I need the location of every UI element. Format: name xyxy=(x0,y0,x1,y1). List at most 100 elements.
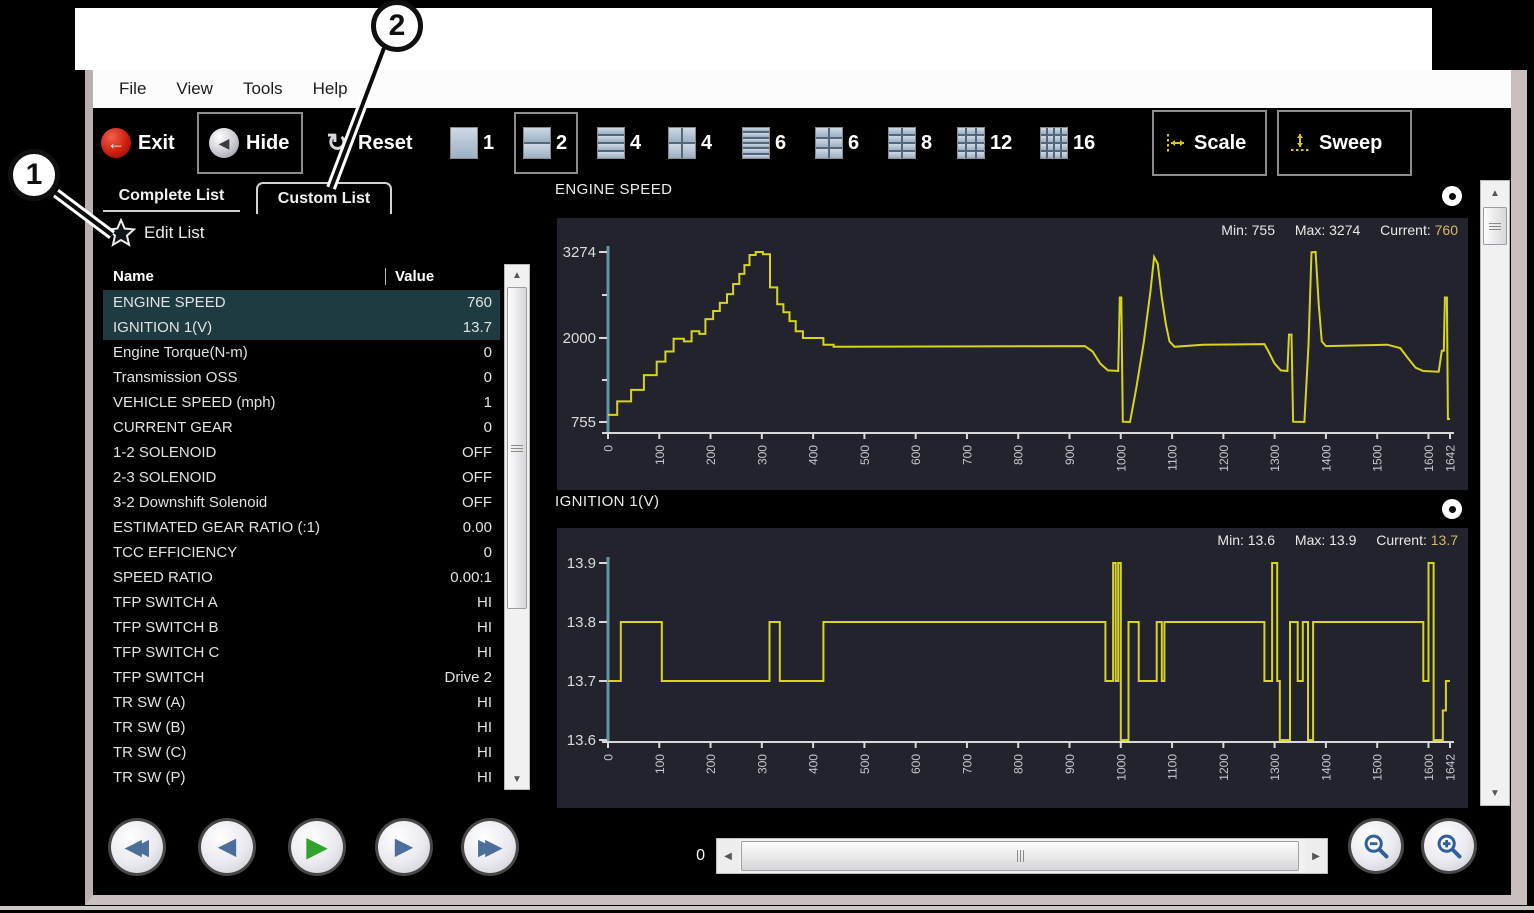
row-name: ENGINE SPEED xyxy=(113,294,226,311)
grid-layout-4-2[interactable]: 4 xyxy=(597,108,641,178)
row-value: HI xyxy=(477,594,492,611)
row-value: 0.00:1 xyxy=(450,569,492,586)
callout-1-number: 1 xyxy=(26,158,43,192)
list-scrollbar[interactable]: ▲ ▼ xyxy=(504,264,530,790)
svg-text:1642: 1642 xyxy=(1444,445,1458,472)
row-name: TR SW (B) xyxy=(113,719,186,736)
grid-icon-4x3 xyxy=(957,127,985,159)
grid-label: 6 xyxy=(775,132,786,155)
scale-button[interactable]: Scale xyxy=(1163,108,1258,178)
table-row[interactable]: IGNITION 1(V)13.7 xyxy=(103,315,500,340)
graph1-record-icon[interactable] xyxy=(1442,186,1462,206)
table-row[interactable]: Engine Torque(N-m)0 xyxy=(103,340,500,365)
table-row[interactable]: TR SW (C)HI xyxy=(103,740,500,765)
tab-complete-list[interactable]: Complete List xyxy=(103,182,240,212)
skip-forward-icon: ▶▶ xyxy=(478,837,492,858)
scroll-down-icon[interactable]: ▼ xyxy=(1481,781,1509,805)
row-value: HI xyxy=(477,644,492,661)
play-button[interactable]: ▶ xyxy=(291,821,343,873)
grid-layout-16-8[interactable]: 16 xyxy=(1040,108,1095,178)
grid-icon-2x1 xyxy=(523,127,551,159)
grid-icon-1x1 xyxy=(450,127,478,159)
list-scrollbar-thumb[interactable] xyxy=(507,287,527,609)
timeline-scrollbar-thumb[interactable] xyxy=(741,841,1299,871)
grid-layout-12-7[interactable]: 12 xyxy=(957,108,1012,178)
table-row[interactable]: TFP SWITCHDrive 2 xyxy=(103,665,500,690)
skip-back-button[interactable]: ◀◀ xyxy=(111,821,163,873)
table-row[interactable]: ENGINE SPEED 760 xyxy=(103,290,500,315)
table-row[interactable]: 1-2 SOLENOIDOFF xyxy=(103,440,500,465)
grid-layout-4-3[interactable]: 4 xyxy=(668,108,712,178)
grid-layout-6-5[interactable]: 6 xyxy=(815,108,859,178)
grid-label: 8 xyxy=(921,132,932,155)
scroll-up-icon[interactable]: ▲ xyxy=(1481,181,1509,205)
step-back-button[interactable]: ◀ xyxy=(201,821,253,873)
scroll-down-icon[interactable]: ▼ xyxy=(505,769,529,789)
svg-text:13.9: 13.9 xyxy=(567,555,596,572)
edit-list-button[interactable]: Edit List xyxy=(106,218,204,248)
table-row[interactable]: 2-3 SOLENOIDOFF xyxy=(103,465,500,490)
grid-layout-2-selected-1[interactable]: 2 xyxy=(523,108,567,178)
reset-button[interactable]: ↻ Reset xyxy=(323,108,412,178)
grid-layout-8-6[interactable]: 8 xyxy=(888,108,932,178)
svg-text:1000: 1000 xyxy=(1114,445,1128,472)
menu-view[interactable]: View xyxy=(176,79,213,99)
row-value: 760 xyxy=(467,294,492,311)
zoom-in-button[interactable] xyxy=(1424,821,1474,871)
figure-bottom-strip xyxy=(0,906,1534,910)
table-row[interactable]: TCC EFFICIENCY 0 xyxy=(103,540,500,565)
zoom-out-icon xyxy=(1362,832,1390,860)
svg-text:100: 100 xyxy=(653,445,667,465)
sweep-icon xyxy=(1288,131,1312,155)
table-row[interactable]: VEHICLE SPEED (mph)1 xyxy=(103,390,500,415)
row-value: OFF xyxy=(462,469,492,486)
menu-file[interactable]: File xyxy=(119,79,146,99)
graph2-record-icon[interactable] xyxy=(1442,499,1462,519)
svg-text:900: 900 xyxy=(1063,754,1077,774)
table-row[interactable]: CURRENT GEAR0 xyxy=(103,415,500,440)
table-row[interactable]: TR SW (B)HI xyxy=(103,715,500,740)
menu-help[interactable]: Help xyxy=(313,79,348,99)
svg-text:200: 200 xyxy=(704,754,718,774)
step-forward-button[interactable]: ▶ xyxy=(378,821,430,873)
grid-layout-6-4[interactable]: 6 xyxy=(742,108,786,178)
list-header: Name Value xyxy=(103,264,500,290)
scroll-left-icon[interactable]: ◀ xyxy=(717,839,739,873)
zoom-out-button[interactable] xyxy=(1351,821,1401,871)
table-row[interactable]: SPEED RATIO 0.00:1 xyxy=(103,565,500,590)
table-row[interactable]: TR SW (A)HI xyxy=(103,690,500,715)
grid-layout-1-0[interactable]: 1 xyxy=(450,108,494,178)
position-label: 0 xyxy=(685,847,705,865)
graphs-scrollbar[interactable]: ▲ ▼ xyxy=(1480,180,1510,806)
exit-button[interactable]: ← Exit xyxy=(101,108,175,178)
svg-text:1500: 1500 xyxy=(1371,754,1385,781)
table-row[interactable]: Transmission OSS0 xyxy=(103,365,500,390)
row-name: TR SW (C) xyxy=(113,744,186,761)
table-row[interactable]: ESTIMATED GEAR RATIO (:1)0.00 xyxy=(103,515,500,540)
graphs-scrollbar-thumb[interactable] xyxy=(1483,207,1507,245)
exit-icon: ← xyxy=(101,128,131,158)
timeline-scrollbar[interactable]: ◀ ▶ xyxy=(716,838,1328,874)
sweep-button[interactable]: Sweep xyxy=(1288,108,1400,178)
table-row[interactable]: 3-2 Downshift SolenoidOFF xyxy=(103,490,500,515)
scroll-up-icon[interactable]: ▲ xyxy=(505,265,529,285)
table-row[interactable]: TFP SWITCH BHI xyxy=(103,615,500,640)
graph1-plot: 3274200075501002003004005006007008009001… xyxy=(557,218,1468,490)
menu-tools[interactable]: Tools xyxy=(243,79,283,99)
tab-custom-list[interactable]: Custom List xyxy=(256,182,392,214)
table-row[interactable]: TR SW (P)HI xyxy=(103,765,500,790)
row-value: 1 xyxy=(484,394,492,411)
svg-text:300: 300 xyxy=(755,445,769,465)
hide-button[interactable]: ◀ Hide xyxy=(209,108,289,178)
table-row[interactable]: TFP SWITCH AHI xyxy=(103,590,500,615)
row-value: 0 xyxy=(484,544,492,561)
svg-text:2000: 2000 xyxy=(563,330,596,347)
tab-complete-list-label: Complete List xyxy=(119,187,225,205)
row-name: SPEED RATIO xyxy=(113,569,213,586)
row-name: TCC EFFICIENCY xyxy=(113,544,237,561)
sweep-label: Sweep xyxy=(1319,132,1382,155)
scroll-right-icon[interactable]: ▶ xyxy=(1305,839,1327,873)
skip-forward-button[interactable]: ▶▶ xyxy=(464,821,516,873)
svg-text:500: 500 xyxy=(858,445,872,465)
table-row[interactable]: TFP SWITCH CHI xyxy=(103,640,500,665)
